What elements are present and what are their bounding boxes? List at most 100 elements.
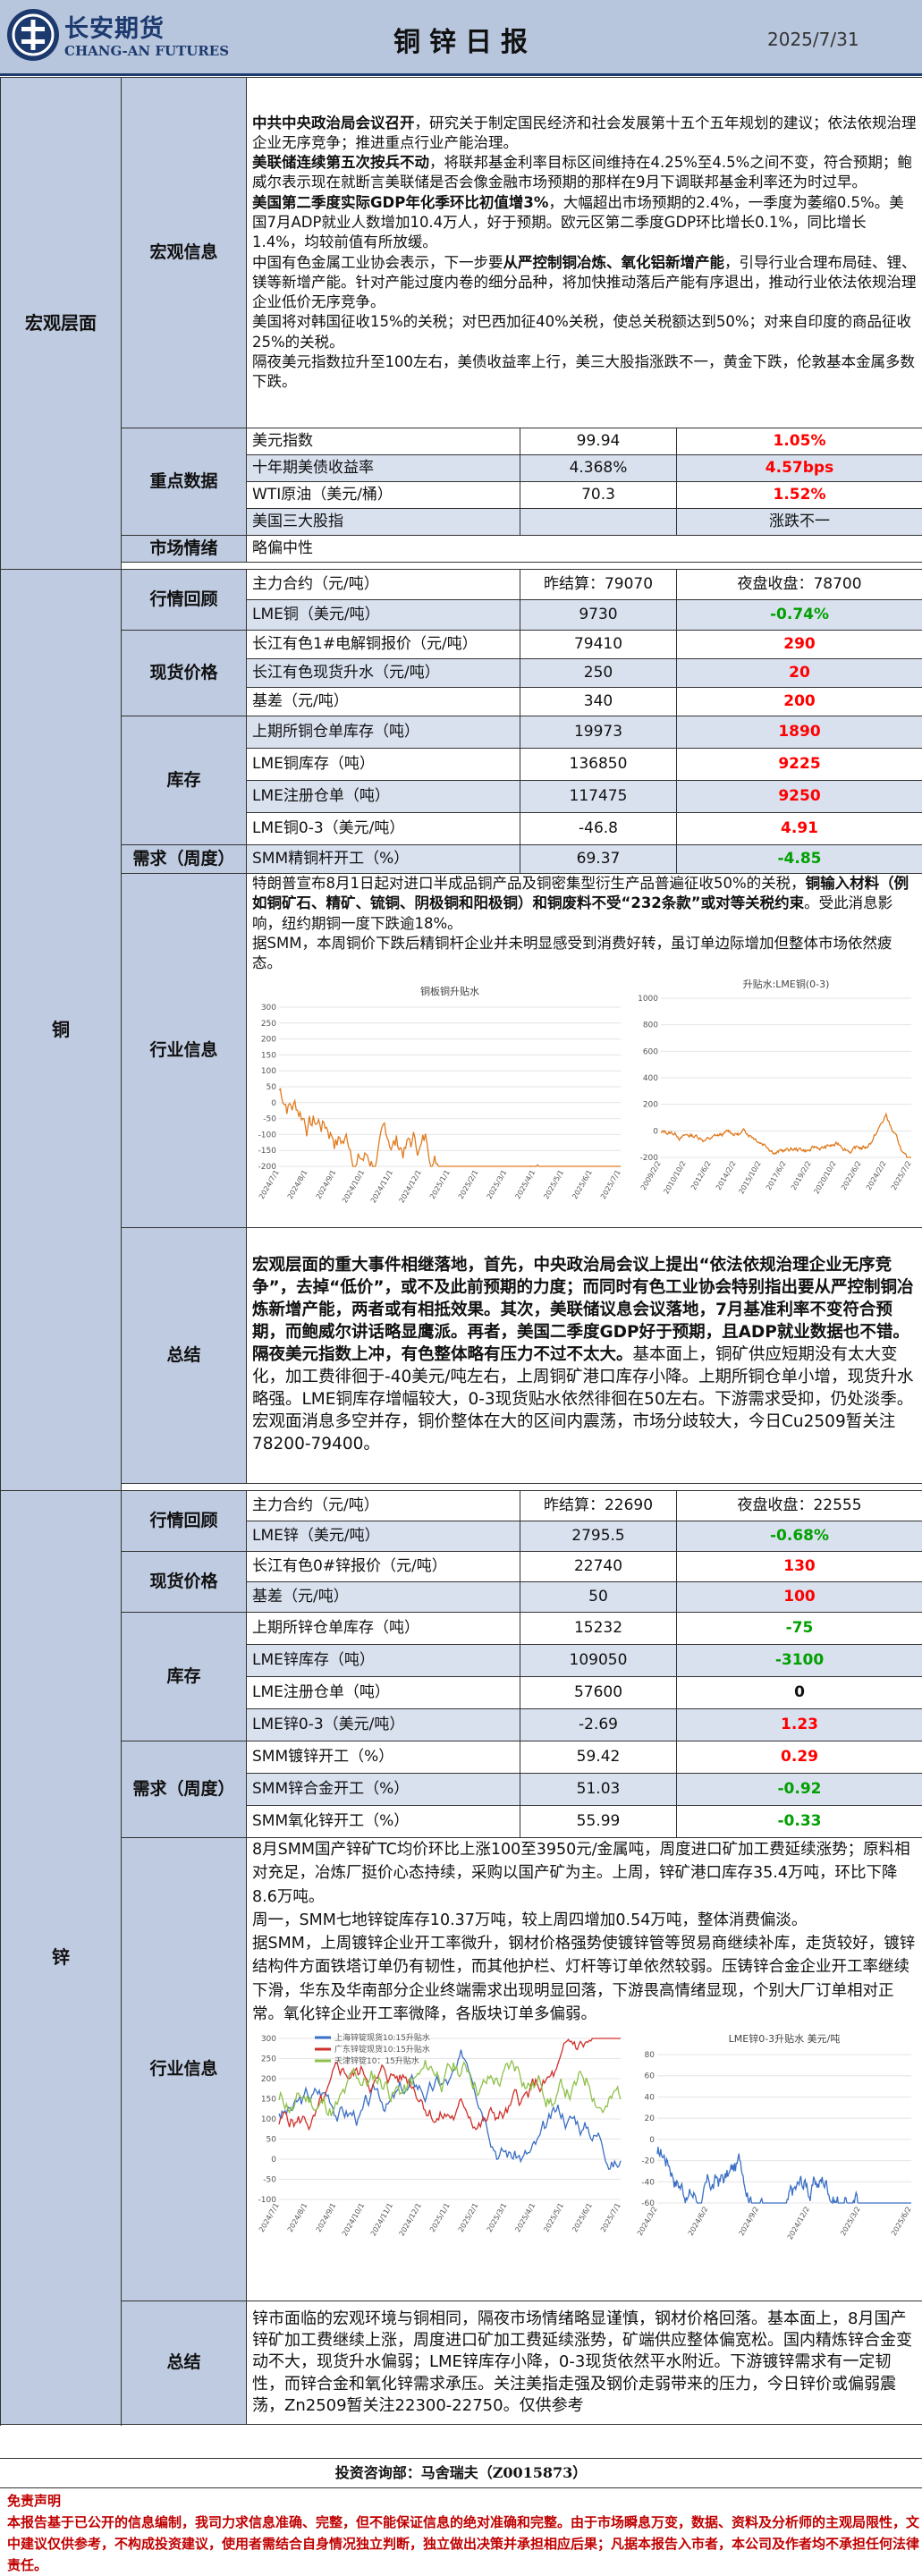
zinc-charts: 300250200150100500-50-1002024/7/12024/8/…: [252, 2026, 917, 2250]
label-copper-quote: 行情回顾: [122, 570, 247, 631]
series-line: [279, 2060, 621, 2116]
y-tick-label: 150: [261, 2096, 276, 2105]
y-tick-label: 200: [261, 2075, 276, 2084]
report-table: 宏观层面 宏观信息 中共中央政治局会议召开，研究关于制定国民经济和社会发展第十五…: [0, 77, 922, 2425]
label-zinc-spot: 现货价格: [122, 1552, 247, 1613]
x-tick-label: 2024/8/1: [286, 2202, 309, 2234]
x-tick-label: 2024/2/2: [865, 1160, 888, 1192]
demand-name: SMM镀锌开工（%）: [247, 1741, 520, 1774]
key-value: 4.368%: [520, 455, 677, 482]
demand-name: SMM氧化锌开工（%）: [247, 1806, 520, 1838]
inventory-name: LME铜0-3（美元/吨）: [247, 813, 520, 845]
label-zinc-industry: 行业信息: [122, 1838, 247, 2301]
key-value: 99.94: [520, 428, 677, 455]
contact-line: 投资咨询部：马舍瑞夫（Z0015873）: [0, 2458, 922, 2488]
spot-name: 长江有色0#锌报价（元/吨）: [247, 1552, 520, 1582]
label-zinc-demand: 需求（周度）: [122, 1741, 247, 1838]
y-tick-label: 100: [261, 1068, 276, 1077]
label-copper-summary: 总结: [122, 1228, 247, 1484]
zinc-summary-text: 锌市面临的宏观环境与铜相同，隔夜市场情绪略显谨慎，钢材价格回落。基本面上，8月国…: [247, 2301, 922, 2425]
spot-value: 50: [520, 1582, 677, 1613]
quote-change: -0.74%: [677, 600, 922, 631]
inventory-value: 136850: [520, 749, 677, 781]
chart-title: LME锌0-3升贴水 美元/吨: [729, 2032, 841, 2045]
quote-name: LME锌（美元/吨）: [247, 1521, 520, 1552]
inventory-value: 109050: [520, 1645, 677, 1677]
x-tick-label: 2014/2/2: [715, 1160, 738, 1192]
spot-value: 79410: [520, 631, 677, 659]
y-tick-label: 300: [261, 2035, 276, 2044]
inventory-value: -46.8: [520, 813, 677, 845]
x-tick-label: 2024/8/1: [286, 1169, 309, 1201]
x-tick-label: 2025/5/1: [542, 2202, 565, 2234]
y-tick-label: -50: [263, 1115, 276, 1124]
y-tick-label: 80: [645, 2051, 656, 2060]
x-tick-label: 2024/7/1: [258, 1169, 281, 1201]
report-page: 长安期货 CHANG-AN FUTURES 铜锌日报 2025/7/31 宏观层…: [0, 0, 922, 2560]
y-tick-label: 50: [266, 2136, 277, 2145]
inventory-name: LME锌库存（吨）: [247, 1645, 520, 1677]
x-tick-label: 2024/6/2: [687, 2206, 710, 2238]
legend-label: 广东锌锭现货10:15升贴水: [334, 2044, 430, 2055]
sentiment-value: 略偏中性: [247, 536, 922, 563]
key-name: WTI原油（美元/桶）: [247, 482, 520, 509]
series-line: [657, 2147, 911, 2203]
x-tick-label: 2024/12/2: [786, 2206, 811, 2241]
spot-name: 长江有色现货升水（元/吨）: [247, 659, 520, 688]
quote-name: 主力合约（元/吨）: [247, 1491, 520, 1521]
inventory-name: 上期所锌仓单库存（吨）: [247, 1613, 520, 1645]
demand-name: SMM精铜杆开工（%）: [247, 845, 520, 874]
section-zinc: 锌: [1, 1491, 122, 2425]
report-header: 长安期货 CHANG-AN FUTURES 铜锌日报 2025/7/31: [0, 0, 922, 76]
quote-value: 2795.5: [520, 1521, 677, 1552]
report-date: 2025/7/31: [767, 29, 859, 50]
disclaimer: 免责声明 本报告基于已公开的信息编制，我司力求信息准确、完整，但不能保证信息的绝…: [0, 2490, 922, 2576]
demand-change: -0.33: [677, 1806, 922, 1838]
inventory-value: 57600: [520, 1677, 677, 1709]
label-copper-demand: 需求（周度）: [122, 845, 247, 874]
series-line: [279, 2038, 621, 2130]
y-tick-label: 200: [643, 1101, 658, 1110]
x-tick-label: 2025/6/1: [571, 2202, 594, 2234]
copper-spot-premium-chart: 铜板铜升贴水300250200150100500-50-100-150-2002…: [252, 980, 628, 1222]
x-tick-label: 2025/7/1: [599, 1169, 622, 1201]
x-tick-label: 2024/12/1: [398, 1169, 423, 1205]
x-tick-label: 2025/1/1: [428, 2202, 452, 2234]
key-value: [520, 509, 677, 536]
x-tick-label: 2025/3/1: [486, 1169, 509, 1201]
y-tick-label: 1000: [638, 995, 658, 1004]
x-tick-label: 2025/6/1: [571, 1169, 594, 1201]
quote-prev-settle: 昨结算：22690: [520, 1491, 677, 1521]
key-change: 1.05%: [677, 428, 922, 455]
spot-name: 长江有色1#电解铜报价（元/吨）: [247, 631, 520, 659]
y-tick-label: 20: [645, 2114, 656, 2123]
x-tick-label: 2009/2/2: [639, 1160, 663, 1192]
x-tick-label: 2024/9/1: [315, 2202, 338, 2234]
y-tick-label: 0: [649, 2136, 655, 2145]
key-value: 70.3: [520, 482, 677, 509]
x-tick-label: 2024/10/1: [341, 1169, 366, 1205]
spot-name: 基差（元/吨）: [247, 1582, 520, 1613]
demand-change: 0.29: [677, 1741, 922, 1774]
series-line: [661, 1114, 911, 1157]
y-tick-label: 50: [266, 1083, 277, 1092]
y-tick-label: -150: [258, 1148, 277, 1157]
x-tick-label: 2025/5/1: [542, 1169, 565, 1201]
demand-value: 55.99: [520, 1806, 677, 1838]
inventory-change: 0: [677, 1677, 922, 1709]
inventory-change: 9225: [677, 749, 922, 781]
y-tick-label: 250: [261, 2055, 276, 2064]
y-tick-label: 0: [271, 2156, 276, 2165]
brand-name-cn: 长安期货: [64, 9, 165, 44]
y-tick-label: 0: [653, 1128, 658, 1137]
spot-value: 22740: [520, 1552, 677, 1582]
quote-night-close: 夜盘收盘：22555: [677, 1491, 922, 1521]
x-tick-label: 2017/6/2: [765, 1160, 788, 1192]
quote-name: LME铜（美元/吨）: [247, 600, 520, 631]
legend-label: 天津锌锭10：15升贴水: [334, 2055, 419, 2066]
x-tick-label: 2022/6/2: [840, 1160, 863, 1192]
inventory-change: 9250: [677, 781, 922, 813]
chart-title: 铜板铜升贴水: [420, 985, 479, 997]
y-tick-label: 100: [261, 2115, 276, 2124]
inventory-value: -2.69: [520, 1709, 677, 1741]
